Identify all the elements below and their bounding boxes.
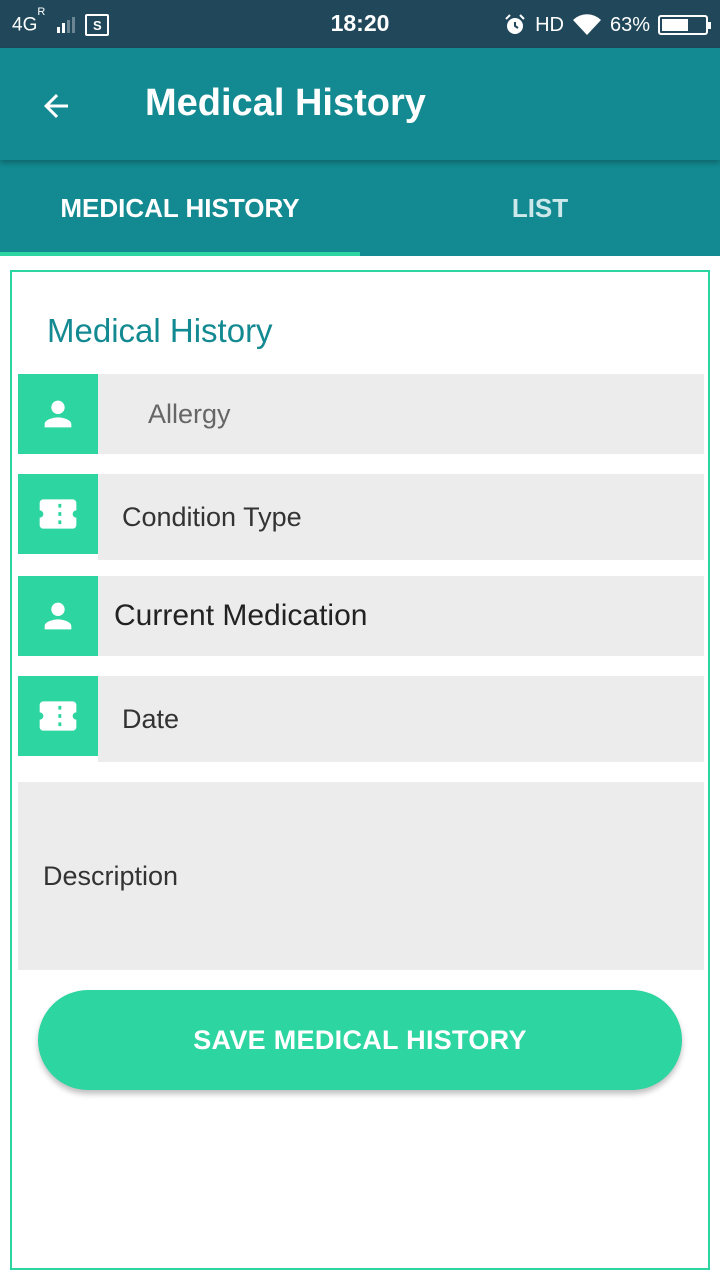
tab-bar: MEDICAL HISTORY LIST bbox=[0, 160, 720, 256]
arrow-left-icon bbox=[44, 94, 68, 118]
date-input[interactable]: Date bbox=[98, 676, 704, 762]
hd-indicator: HD bbox=[535, 13, 564, 36]
battery-fill bbox=[662, 19, 689, 31]
battery-percent: 63% bbox=[609, 13, 650, 36]
battery-icon bbox=[658, 15, 711, 35]
date-field-row: Date bbox=[18, 676, 704, 762]
description-input[interactable]: Description bbox=[18, 782, 704, 970]
person-icon bbox=[18, 374, 98, 454]
current-medication-input[interactable]: Current Medication bbox=[98, 576, 704, 656]
ticket-icon bbox=[18, 676, 98, 756]
allergy-input[interactable]: Allergy bbox=[98, 374, 704, 454]
current-medication-field-row: Current Medication bbox=[18, 576, 704, 656]
status-right: HD 63% bbox=[503, 11, 711, 39]
form-card: Medical History Allergy Condition Type C… bbox=[10, 270, 710, 1270]
alarm-icon bbox=[505, 14, 525, 34]
wifi-icon bbox=[572, 14, 601, 36]
condition-type-field-row: Condition Type bbox=[18, 474, 704, 560]
tab-list[interactable]: LIST bbox=[360, 160, 720, 256]
status-bar: 4GR S 18:20 HD 63% bbox=[0, 0, 720, 48]
condition-type-input[interactable]: Condition Type bbox=[98, 474, 704, 560]
form-heading: Medical History bbox=[47, 312, 273, 349]
save-medical-history-button[interactable]: SAVE MEDICAL HISTORY bbox=[38, 990, 682, 1090]
tab-medical-history[interactable]: MEDICAL HISTORY bbox=[0, 160, 360, 256]
back-button[interactable] bbox=[28, 78, 84, 134]
app-bar: Medical History bbox=[0, 48, 720, 160]
tab-indicator bbox=[0, 252, 360, 256]
ticket-icon bbox=[18, 474, 98, 554]
page-title: Medical History bbox=[145, 82, 426, 124]
person-icon bbox=[18, 576, 98, 656]
allergy-field-row: Allergy bbox=[18, 374, 704, 454]
